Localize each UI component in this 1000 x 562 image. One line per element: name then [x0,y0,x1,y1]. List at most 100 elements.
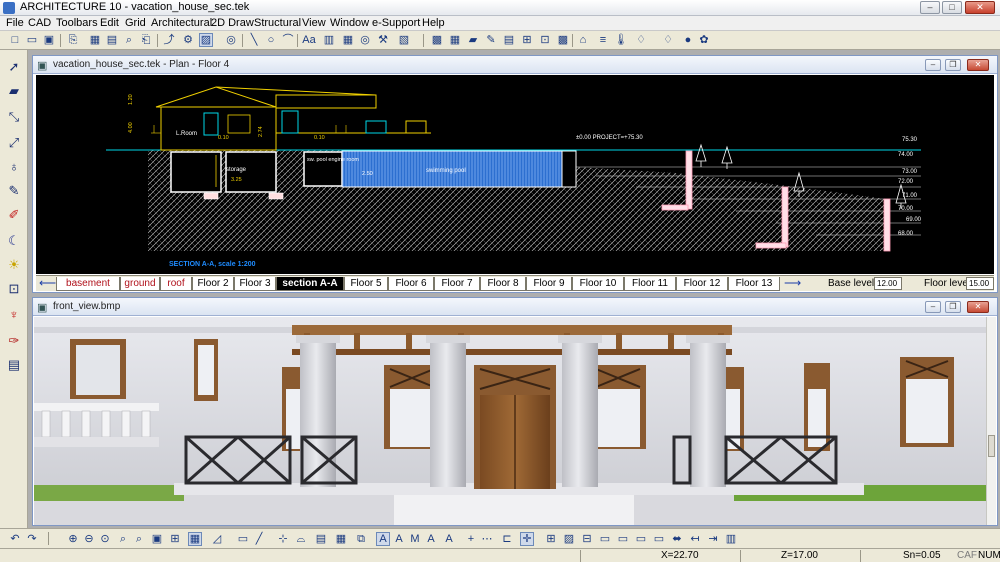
find-icon[interactable]: ⌕ [122,33,136,47]
menu-architectural[interactable]: Architectural [151,17,212,29]
layer-icon[interactable]: ▤ [314,532,328,546]
floor-tab-floor-6[interactable]: Floor 6 [388,277,434,291]
menu-cad[interactable]: CAD [28,17,51,29]
floor-tab-ground[interactable]: ground [120,277,160,291]
text-a-icon[interactable]: A [376,532,390,546]
line-icon[interactable]: ╱ [252,532,266,546]
snap-perpendicular-icon[interactable]: ▭ [634,532,648,546]
arc-tool-icon[interactable]: ⌒ [281,33,295,47]
floor-tab-section-a-a[interactable]: section A-A [276,277,344,291]
zoom-extents-icon[interactable]: ▣ [150,532,164,546]
zoom-previous-icon[interactable]: ⌕ [132,532,146,546]
pipette-red-icon[interactable]: ♆ [5,306,23,324]
snap-tangent-icon[interactable]: ▭ [652,532,666,546]
menu-file[interactable]: File [6,17,24,29]
floor-tab-floor-2[interactable]: Floor 2 [192,277,234,291]
column-tool-icon[interactable]: ⊡ [538,33,552,47]
list-icon[interactable]: ≡ [596,33,610,47]
red-pen-icon[interactable]: ✐ [5,206,23,224]
text-m-icon[interactable]: M [408,532,422,546]
tools-icon[interactable]: ▧ [397,33,411,47]
plan-close-button[interactable]: ✕ [967,59,989,71]
zoom-window-icon[interactable]: ⊙ [98,532,112,546]
front-minimize-button[interactable]: – [925,301,941,313]
paste-icon[interactable]: ▦ [88,33,102,47]
cut-icon[interactable]: ▤ [105,33,119,47]
floor-tab-basement[interactable]: basement [56,277,120,291]
menu-2d-draw[interactable]: 2D Draw [211,17,254,29]
text-3d-icon[interactable]: ⊡ [5,280,23,298]
snap-quadrant-icon[interactable]: ▥ [724,532,738,546]
floor-tab-floor-5[interactable]: Floor 5 [344,277,388,291]
snap-nearest-icon[interactable]: ⇥ [706,532,720,546]
hatch-icon[interactable]: ▥ [322,33,336,47]
menu-window[interactable]: Window [330,17,369,29]
transform-icon[interactable]: ⤢ [5,134,23,152]
ortho-toggle-icon[interactable]: ◿ [210,532,224,546]
text-d-icon[interactable]: A [442,532,456,546]
pipette-icon[interactable]: ♁ [5,158,23,176]
pen-tool-icon[interactable]: ▤ [502,33,516,47]
zoom-all-icon[interactable]: ⊞ [168,532,182,546]
redo-icon[interactable]: ↷ [25,532,39,546]
moon-icon[interactable]: ☾ [5,232,23,250]
floor-tab-floor-9[interactable]: Floor 9 [526,277,572,291]
maximize-button[interactable]: □ [942,1,962,14]
front-close-button[interactable]: ✕ [967,301,989,313]
snap-extension-icon[interactable]: ↤ [688,532,702,546]
plan-minimize-button[interactable]: – [925,59,941,71]
text-tool-icon[interactable]: Aa [302,33,316,47]
close-button[interactable]: ✕ [965,1,995,14]
copy-layer-icon[interactable]: ⧉ [354,532,368,546]
crosshair-icon[interactable]: ⊹ [276,532,290,546]
zoom-realtime-icon[interactable]: ⌕ [116,532,130,546]
menu-edit[interactable]: Edit [100,17,119,29]
node-edit-icon[interactable]: ⤡ [5,108,23,126]
light-icon[interactable]: ♢ [661,33,675,47]
save-icon[interactable]: ▣ [42,33,56,47]
floor-tab-floor-13[interactable]: Floor 13 [728,277,780,291]
zoom-in-icon[interactable]: ⊕ [66,532,80,546]
tree-icon[interactable]: ✿ [697,33,711,47]
snap-endpoint-icon[interactable]: ▨ [562,532,576,546]
line-tool-icon[interactable]: ╲ [247,33,261,47]
arrow-select-icon[interactable]: ➚ [5,58,23,76]
circle-tool-icon[interactable]: ○ [264,33,278,47]
tabs-right-arrow-icon[interactable]: ⟶ [784,277,801,290]
grid-icon[interactable]: ▦ [334,532,348,546]
snap-intersection-icon[interactable]: ▭ [616,532,630,546]
arc-icon[interactable]: ⌓ [294,532,308,546]
snap-toggle-icon[interactable]: ▦ [188,532,202,546]
base-level-input[interactable] [874,277,902,290]
menu-e-support[interactable]: e-Support [372,17,420,29]
stair-tool-icon[interactable]: ⊞ [520,33,534,47]
rectangle-icon[interactable]: ▭ [236,532,250,546]
thermometer-icon[interactable]: 🌡 [614,33,628,47]
floor-tab-floor-8[interactable]: Floor 8 [480,277,526,291]
plan-restore-button[interactable]: ❐ [945,59,961,71]
snap-midpoint-icon[interactable]: ⊟ [580,532,594,546]
add-point-icon[interactable]: + [464,532,478,546]
copy-icon[interactable]: ⎘ [66,33,80,47]
dimension-icon[interactable]: ⚒ [376,33,390,47]
snap-parallel-icon[interactable]: ⬌ [670,532,684,546]
property-icon[interactable]: ▤ [5,356,23,374]
mouse-icon[interactable]: ⊏ [500,532,514,546]
eraser-icon[interactable]: ▰ [5,82,23,100]
pencil-icon[interactable]: ✎ [5,182,23,200]
scrollbar-thumb[interactable] [988,435,995,457]
export-icon[interactable]: ⤴ [162,33,176,47]
light-icon[interactable]: ☀ [5,256,23,274]
text-c-icon[interactable]: A [424,532,438,546]
menu-help[interactable]: Help [422,17,445,29]
minimize-button[interactable]: – [920,1,940,14]
block-icon[interactable]: ▦ [341,33,355,47]
floor-tab-roof[interactable]: roof [160,277,192,291]
snap-grid-icon[interactable]: ⊞ [544,532,558,546]
front-restore-button[interactable]: ❐ [945,301,961,313]
front-view-titlebar[interactable]: ▣ front_view.bmp – ❐ ✕ [33,298,997,316]
undo-icon[interactable]: ↶ [8,532,22,546]
menu-grid[interactable]: Grid [125,17,146,29]
tabs-left-arrow-icon[interactable]: ⟵ [39,277,56,290]
door-tool-icon[interactable]: ▦ [448,33,462,47]
